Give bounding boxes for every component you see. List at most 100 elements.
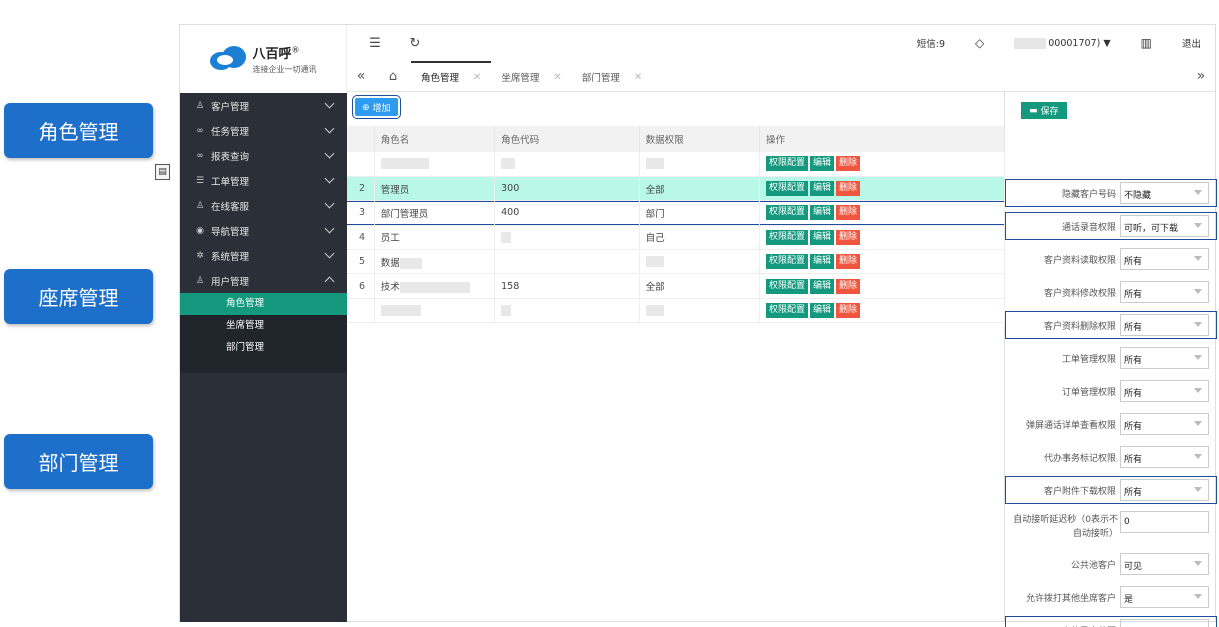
- table-row[interactable]: 5 数据 权限配置 编辑 删除: [347, 249, 1006, 275]
- delete-button[interactable]: 删除: [836, 254, 861, 270]
- permission-field-label: 订单管理权限: [1061, 388, 1116, 398]
- edit-button[interactable]: 编辑: [809, 303, 834, 319]
- delete-button[interactable]: 删除: [836, 156, 861, 172]
- edit-button[interactable]: 编辑: [809, 156, 834, 172]
- sidebar-item-label: 用户管理: [211, 276, 250, 288]
- sidebar-item-online-service[interactable]: ♙ 在线客服: [180, 193, 347, 218]
- help-book-icon[interactable]: ▥: [1141, 36, 1152, 50]
- caret-down-icon: ▼: [1103, 37, 1111, 49]
- permission-select[interactable]: 所有: [1120, 347, 1209, 369]
- sidebar-item-workorder[interactable]: ☰ 工单管理: [180, 168, 347, 193]
- close-icon[interactable]: ✕: [634, 72, 642, 83]
- sidebar-item-user[interactable]: ♙ 用户管理: [180, 268, 347, 293]
- sidebar-subitem-role[interactable]: 角色管理: [180, 293, 347, 315]
- edit-button[interactable]: 编辑: [809, 229, 834, 245]
- tag-icon[interactable]: ◇: [975, 36, 984, 50]
- permission-field: APP上传录音范围APP呼出上传: [1005, 616, 1217, 627]
- permission-select[interactable]: 所有: [1120, 281, 1209, 303]
- tab-role-management[interactable]: 角色管理 ✕: [411, 61, 492, 91]
- menu-toggle-icon[interactable]: ☰: [355, 36, 395, 51]
- tab-seat-management[interactable]: 坐席管理 ✕: [491, 61, 571, 91]
- column-header-role-code[interactable]: 角色代码: [494, 126, 640, 152]
- permission-config-button[interactable]: 权限配置: [765, 278, 808, 294]
- delete-button[interactable]: 删除: [836, 205, 861, 221]
- permission-config-button[interactable]: 权限配置: [765, 181, 808, 197]
- table-row[interactable]: 权限配置 编辑 删除: [347, 298, 1006, 324]
- tabs-scroll-right-icon[interactable]: »: [1187, 61, 1215, 91]
- clipboard-icon[interactable]: ▤: [155, 164, 170, 180]
- permission-field: 客户资料修改权限 所有: [1006, 279, 1216, 305]
- home-icon[interactable]: ⌂: [375, 61, 411, 91]
- sidebar-menu: ♙ 客户管理 ∞ 任务管理 ∞ 报表查询 ☰ 工单管理 ♙ 在线客服 ◉ 导航管理 ✲ 系统管…: [180, 93, 347, 293]
- permission-field-label: 自动接听延迟秒（0表示不自动接听）: [1013, 515, 1118, 539]
- edit-button[interactable]: 编辑: [809, 254, 834, 270]
- row-number: 5: [347, 249, 375, 275]
- edit-button[interactable]: 编辑: [809, 181, 834, 197]
- close-icon[interactable]: ✕: [473, 72, 481, 83]
- column-header-data-scope[interactable]: 数据权限: [639, 126, 760, 152]
- permission-select[interactable]: 所有: [1120, 446, 1209, 468]
- permission-select[interactable]: 可见: [1120, 553, 1209, 575]
- delete-button[interactable]: 删除: [836, 278, 861, 294]
- permission-select[interactable]: 所有: [1120, 380, 1209, 402]
- redacted-value: [645, 158, 664, 170]
- data-scope-cell: 部门: [639, 200, 760, 226]
- permission-field: 通话录音权限 可听，可下载: [1005, 212, 1217, 240]
- tabs-scroll-left-icon[interactable]: «: [347, 61, 375, 91]
- sidebar-subitem-seat[interactable]: 坐席管理: [180, 315, 347, 337]
- permission-select[interactable]: 所有: [1120, 314, 1209, 336]
- tab-label: 角色管理: [421, 73, 460, 84]
- permission-select[interactable]: 可听，可下载: [1120, 215, 1209, 237]
- sms-count[interactable]: 短信:9: [917, 36, 945, 50]
- sidebar-item-label: 导航管理: [211, 226, 250, 238]
- sidebar-item-customer[interactable]: ♙ 客户管理: [180, 93, 347, 118]
- role-code-cell-text: 400: [501, 207, 520, 219]
- permission-select[interactable]: 是: [1120, 586, 1209, 608]
- sidebar-item-task[interactable]: ∞ 任务管理: [180, 118, 347, 143]
- table-row[interactable]: 4 员工 自己 权限配置 编辑 删除: [347, 225, 1006, 251]
- table-row[interactable]: 3 部门管理员 400 部门 权限配置 编辑 删除: [347, 200, 1006, 226]
- permission-config-button[interactable]: 权限配置: [765, 229, 808, 245]
- sidebar-item-report[interactable]: ∞ 报表查询: [180, 143, 347, 168]
- logout-link[interactable]: 退出: [1182, 36, 1201, 50]
- row-number-header: [347, 126, 375, 152]
- delete-button[interactable]: 删除: [836, 181, 861, 197]
- user-menu[interactable]: 00001707) ▼: [1014, 37, 1111, 49]
- permission-config-button[interactable]: 权限配置: [765, 303, 808, 319]
- permission-select[interactable]: APP呼出上传: [1120, 619, 1209, 627]
- permission-select[interactable]: 所有: [1120, 479, 1209, 501]
- table-row[interactable]: 2 管理员 300 全部 权限配置 编辑 删除: [347, 176, 1006, 202]
- table-row[interactable]: 权限配置 编辑 删除: [347, 152, 1006, 177]
- add-button[interactable]: ⊕ 增加: [352, 95, 401, 119]
- sidebar-item-navigation[interactable]: ◉ 导航管理: [180, 218, 347, 243]
- auto-answer-delay-input[interactable]: 0: [1120, 511, 1209, 533]
- tab-label: 坐席管理: [501, 73, 540, 84]
- permission-config-button[interactable]: 权限配置: [765, 205, 808, 221]
- permission-field: 客户资料读取权限 所有: [1006, 246, 1216, 272]
- sidebar-item-system[interactable]: ✲ 系统管理: [180, 243, 347, 268]
- chevron-down-icon: [324, 248, 335, 259]
- edit-button[interactable]: 编辑: [809, 278, 834, 294]
- permission-config-button[interactable]: 权限配置: [765, 156, 808, 172]
- save-button[interactable]: ▬ 保存: [1021, 102, 1067, 119]
- tab-department-management[interactable]: 部门管理 ✕: [572, 61, 652, 91]
- sidebar-subitem-department[interactable]: 部门管理: [180, 337, 347, 359]
- refresh-icon[interactable]: ↻: [395, 36, 435, 51]
- user-icon: ♙: [195, 200, 205, 211]
- permission-field-label: 客户资料读取权限: [1043, 256, 1116, 266]
- permission-field-label: 隐藏客户号码: [1061, 190, 1116, 200]
- permission-select[interactable]: 不隐藏: [1120, 182, 1209, 204]
- data-scope-cell-text: 部门: [645, 208, 665, 220]
- edit-button[interactable]: 编辑: [809, 205, 834, 221]
- delete-button[interactable]: 删除: [836, 229, 861, 245]
- delete-button[interactable]: 删除: [836, 303, 861, 319]
- column-header-role-name[interactable]: 角色名: [374, 126, 496, 152]
- brand-name: 八百呼: [252, 47, 292, 62]
- table-row[interactable]: 6 技术 158 全部 权限配置 编辑 删除: [347, 273, 1006, 299]
- permission-config-button[interactable]: 权限配置: [765, 254, 808, 270]
- permission-select[interactable]: 所有: [1120, 413, 1209, 435]
- redacted-value: [399, 282, 470, 294]
- page-tabs: « ⌂ 角色管理 ✕ 坐席管理 ✕ 部门管理 ✕ »: [347, 61, 1215, 92]
- close-icon[interactable]: ✕: [553, 72, 561, 83]
- permission-select[interactable]: 所有: [1120, 248, 1209, 270]
